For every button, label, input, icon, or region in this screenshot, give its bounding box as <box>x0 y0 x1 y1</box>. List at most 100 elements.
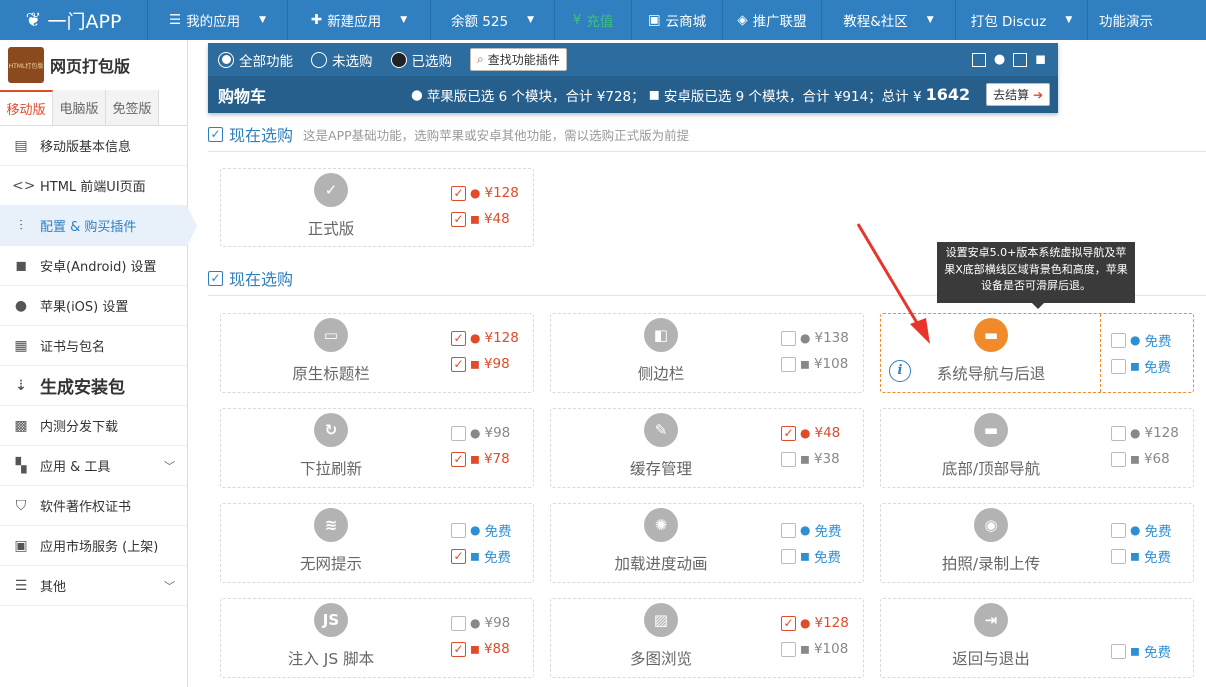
checkbox-icon[interactable] <box>1111 332 1126 348</box>
checkbox-icon[interactable] <box>781 548 796 564</box>
android-price-option[interactable]: ✓ ◼ ¥88 <box>451 641 510 657</box>
plugin-card[interactable]: ↻ 下拉刷新 ● ¥98 ✓ ◼ ¥78 <box>220 408 534 488</box>
checkbox-checked-icon[interactable]: ✓ <box>451 451 466 467</box>
android-price-option[interactable]: ◼ 免费 <box>1111 356 1171 376</box>
sidebar-item-android[interactable]: ◼ 安卓(Android) 设置 <box>0 246 187 286</box>
nav-demo[interactable]: 功能演示 <box>1088 0 1164 40</box>
sidebar-item-ios[interactable]: ● 苹果(iOS) 设置 <box>0 286 187 326</box>
checkbox-icon[interactable] <box>1111 358 1126 374</box>
checkbox-icon[interactable] <box>1111 522 1126 538</box>
checkbox-icon[interactable] <box>451 615 466 631</box>
checkbox-icon[interactable] <box>1111 425 1126 441</box>
sidebar-item-other[interactable]: ☰ 其他 ﹀ <box>0 566 187 606</box>
checkbox-checked-icon[interactable]: ✓ <box>451 641 466 657</box>
checkbox-checked-icon[interactable]: ✓ <box>781 425 796 441</box>
nav-my-apps[interactable]: ☰ 我的应用 ▼ <box>148 0 288 40</box>
checkbox-checked-icon[interactable]: ✓ <box>451 185 466 201</box>
android-price-option[interactable]: ✓ ◼ ¥48 <box>451 211 510 227</box>
plugin-card[interactable]: ✓ 正式版 ✓ ● ¥128 ✓ ◼ ¥48 <box>220 168 534 247</box>
ios-price-option[interactable]: ● 免费 <box>451 520 511 540</box>
checkbox-checked-icon[interactable]: ✓ <box>451 211 466 227</box>
sidebar-item-build[interactable]: ⇣ 生成安装包 <box>0 366 187 406</box>
filter-unpurchased-radio[interactable]: 未选购 <box>311 50 373 70</box>
checkbox-icon[interactable] <box>1111 451 1126 467</box>
tab-nosign[interactable]: 免签版 <box>106 90 159 125</box>
checkbox-icon[interactable] <box>781 330 796 346</box>
sidebar-item-apps-tools[interactable]: ▚ 应用 & 工具 ﹀ <box>0 446 187 486</box>
sidebar-item-basic-info[interactable]: ▤ 移动版基本信息 <box>0 126 187 166</box>
plugin-card[interactable]: ✺ 加载进度动画 ● 免费 ◼ 免费 <box>550 503 864 583</box>
ios-price-option[interactable]: ✓ ● ¥128 <box>451 185 519 201</box>
nav-balance[interactable]: 余额 525 ▼ <box>431 0 555 40</box>
android-price-option[interactable]: ◼ ¥108 <box>781 641 848 657</box>
app-icon-text: HTML打包版 <box>8 62 44 70</box>
plugin-card[interactable]: ▭ 原生标题栏 ✓ ● ¥128 ✓ ◼ ¥98 <box>220 313 534 393</box>
sidebar-item-certificate[interactable]: ▦ 证书与包名 <box>0 326 187 366</box>
tab-desktop[interactable]: 电脑版 <box>53 90 106 125</box>
checkbox-icon[interactable] <box>781 451 796 467</box>
radio-icon <box>390 51 407 68</box>
filter-purchased-radio[interactable]: 已选购 <box>390 50 452 70</box>
filter-all-radio[interactable]: 全部功能 <box>218 50 293 70</box>
tab-mobile[interactable]: 移动版 <box>0 90 53 125</box>
nav-cloud-mall[interactable]: ▣ 云商城 <box>632 0 723 40</box>
nav-affiliate[interactable]: ◈ 推广联盟 <box>723 0 822 40</box>
ios-price-option[interactable]: ● 免费 <box>1111 520 1171 540</box>
ios-price-option[interactable]: ● ¥98 <box>451 615 510 631</box>
ios-filter-checkbox[interactable] <box>971 52 986 67</box>
android-price-option[interactable]: ◼ ¥108 <box>781 356 848 372</box>
checkbox-checked-icon[interactable]: ✓ <box>451 548 466 564</box>
nav-new-app[interactable]: ✚ 新建应用 ▼ <box>288 0 431 40</box>
android-price-option[interactable]: ◼ ¥68 <box>1111 451 1170 467</box>
android-price-option[interactable]: ✓ ◼ ¥98 <box>451 356 510 372</box>
plugin-card[interactable]: JS 注入 JS 脚本 ● ¥98 ✓ ◼ ¥88 <box>220 598 534 678</box>
plugin-card[interactable]: ◧ 侧边栏 ● ¥138 ◼ ¥108 <box>550 313 864 393</box>
nav-pack-discuz[interactable]: 打包 Discuz ▼ <box>956 0 1088 40</box>
ios-price-option[interactable]: ● 免费 <box>781 520 841 540</box>
plugin-card[interactable]: ▨ 多图浏览 ✓ ● ¥128 ◼ ¥108 <box>550 598 864 678</box>
android-price-option[interactable]: ◼ ¥38 <box>781 451 840 467</box>
checkbox-icon[interactable] <box>451 522 466 538</box>
checkbox-icon[interactable] <box>781 641 796 657</box>
ios-price-option[interactable]: ● ¥138 <box>781 330 849 346</box>
nav-tutorials[interactable]: 教程&社区 ▼ <box>822 0 956 40</box>
ios-price-option[interactable]: ● ¥98 <box>451 425 510 441</box>
search-plugin-button[interactable]: ⌕ 查找功能插件 <box>470 48 567 71</box>
android-icon: ◼ <box>1130 644 1140 658</box>
ios-price-option[interactable]: ● 免费 <box>1111 330 1171 350</box>
nav-recharge[interactable]: ¥ 充值 <box>555 0 632 40</box>
sidebar-item-beta[interactable]: ▩ 内测分发下载 <box>0 406 187 446</box>
checkbox-icon[interactable] <box>781 356 796 372</box>
checkbox-checked-icon[interactable]: ✓ <box>781 615 796 631</box>
checkout-button[interactable]: 去结算 ➔ <box>986 83 1050 106</box>
plugin-card[interactable]: ≋ 无网提示 ● 免费 ✓ ◼ 免费 <box>220 503 534 583</box>
android-price-option[interactable]: ✓ ◼ 免费 <box>451 546 511 566</box>
android-filter-checkbox[interactable] <box>1013 52 1028 67</box>
ios-price-option[interactable]: ✓ ● ¥128 <box>451 330 519 346</box>
section-checkbox[interactable]: ✓ <box>208 270 223 286</box>
app-logo[interactable]: ❦ 一门APP <box>0 0 148 40</box>
section-checkbox[interactable]: ✓ <box>208 126 223 142</box>
sidebar-item-html-ui[interactable]: <> HTML 前端UI页面 <box>0 166 187 206</box>
plugin-card[interactable]: ◉ 拍照/录制上传 ● 免费 ◼ 免费 <box>880 503 1194 583</box>
sidebar-item-store[interactable]: ▣ 应用市场服务 (上架) <box>0 526 187 566</box>
checkbox-icon[interactable] <box>1111 643 1126 659</box>
plugin-card[interactable]: ✎ 缓存管理 ✓ ● ¥48 ◼ ¥38 <box>550 408 864 488</box>
ios-price-option[interactable]: ✓ ● ¥48 <box>781 425 840 441</box>
sidebar-item-plugins[interactable]: ⫶ 配置 & 购买插件 <box>0 206 197 246</box>
android-price-option[interactable]: ◼ 免费 <box>781 546 841 566</box>
checkbox-icon[interactable] <box>781 522 796 538</box>
ios-price-option[interactable]: ✓ ● ¥128 <box>781 615 849 631</box>
ios-price-option[interactable]: ● ¥128 <box>1111 425 1179 441</box>
plugin-card[interactable]: ▬ 底部/顶部导航 ● ¥128 ◼ ¥68 <box>880 408 1194 488</box>
checkbox-checked-icon[interactable]: ✓ <box>451 330 466 346</box>
checkbox-checked-icon[interactable]: ✓ <box>451 356 466 372</box>
android-price-option[interactable]: ✓ ◼ ¥78 <box>451 451 510 467</box>
plugin-card[interactable]: ⇥ 返回与退出 ◼ 免费 <box>880 598 1194 678</box>
info-icon[interactable]: i <box>889 360 911 382</box>
checkbox-icon[interactable] <box>1111 548 1126 564</box>
sidebar-item-copyright[interactable]: ⛉ 软件著作权证书 <box>0 486 187 526</box>
android-price-option[interactable]: ◼ 免费 <box>1111 641 1171 661</box>
android-price-option[interactable]: ◼ 免费 <box>1111 546 1171 566</box>
checkbox-icon[interactable] <box>451 425 466 441</box>
